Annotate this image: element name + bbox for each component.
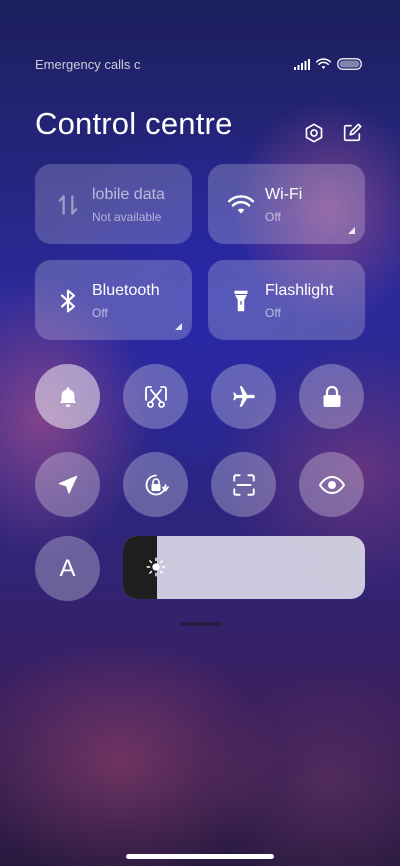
tile-wifi-expand-icon[interactable] (348, 227, 355, 234)
tile-bluetooth[interactable]: Bluetooth Off (35, 260, 192, 340)
tile-bluetooth-expand-icon[interactable] (175, 323, 182, 330)
tile-flashlight-label: Flashlight (265, 282, 334, 299)
tile-mobile-data[interactable]: lobile data Not available (35, 164, 192, 244)
rotation-lock-toggle[interactable] (123, 452, 188, 517)
tile-flashlight-status: Off (265, 306, 281, 320)
drag-handle[interactable] (180, 622, 222, 626)
screenshot-toggle[interactable] (123, 364, 188, 429)
scanner-toggle[interactable] (211, 452, 276, 517)
edit-icon[interactable] (341, 122, 363, 144)
lock-screen-toggle[interactable] (299, 364, 364, 429)
tile-wifi[interactable]: Wi-Fi Off (208, 164, 365, 244)
notification-bell-icon (59, 386, 76, 407)
reading-mode-toggle[interactable] (299, 452, 364, 517)
scanner-icon (232, 473, 255, 496)
carrier-text: Emergency calls c (35, 56, 141, 72)
brightness-icon (146, 557, 166, 577)
tile-mobile-data-status: Not available (92, 210, 162, 224)
wifi-icon (316, 58, 331, 69)
tile-flashlight[interactable]: Flashlight Off (208, 260, 365, 340)
tile-wifi-status: Off (265, 210, 281, 224)
screenshot-icon (144, 385, 167, 408)
auto-brightness-label: A (59, 554, 76, 582)
notification-toggle[interactable] (35, 364, 100, 429)
location-icon (58, 475, 77, 494)
status-bar: Emergency calls c (35, 56, 362, 72)
tile-bluetooth-status: Off (92, 306, 108, 320)
tile-bluetooth-label: Bluetooth (92, 282, 160, 299)
wifi-icon (228, 195, 254, 214)
mobile-data-icon (58, 195, 78, 215)
airplane-mode-icon (232, 385, 255, 407)
page-title: Control centre (35, 106, 233, 141)
location-toggle[interactable] (35, 452, 100, 517)
home-indicator[interactable] (126, 854, 274, 859)
bluetooth-icon (60, 289, 76, 313)
flashlight-icon (234, 290, 248, 312)
settings-icon[interactable] (303, 122, 325, 144)
auto-brightness-toggle[interactable]: A (35, 536, 100, 601)
brightness-slider[interactable] (123, 536, 365, 599)
tile-mobile-data-label: lobile data (92, 186, 165, 203)
signal-icon (294, 58, 310, 70)
battery-icon (337, 58, 362, 70)
lock-icon (323, 385, 340, 407)
airplane-mode-toggle[interactable] (211, 364, 276, 429)
reading-mode-icon (318, 475, 345, 494)
tile-wifi-label: Wi-Fi (265, 186, 303, 203)
rotation-lock-icon (145, 474, 169, 495)
